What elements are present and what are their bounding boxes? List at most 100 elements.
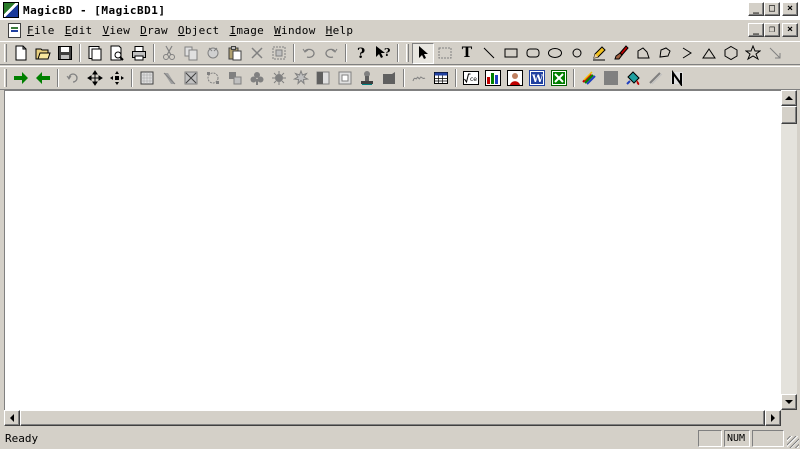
select-tool-button[interactable] — [412, 42, 434, 64]
horizontal-scroll-thumb[interactable] — [20, 410, 765, 426]
arrow-line-tool-button[interactable] — [764, 43, 786, 64]
minimize-button[interactable]: _ — [748, 2, 764, 16]
toolbar-grip[interactable] — [4, 44, 7, 62]
vertical-scrollbar[interactable] — [781, 90, 797, 410]
new-button[interactable] — [10, 43, 32, 64]
select-all-button[interactable] — [268, 43, 290, 64]
delete-button[interactable] — [246, 43, 268, 64]
save-button[interactable] — [54, 43, 76, 64]
effect-button[interactable] — [290, 68, 312, 89]
scissors-icon — [163, 45, 175, 60]
stamp-icon — [361, 71, 373, 85]
triangle-icon — [702, 48, 716, 59]
maximize-button[interactable]: □ — [764, 2, 780, 16]
menu-file[interactable]: File — [27, 24, 55, 37]
explode-button[interactable] — [268, 68, 290, 89]
redo-button[interactable] — [320, 43, 342, 64]
toolbar-separator — [573, 69, 575, 87]
rounded-rect-tool-button[interactable] — [522, 43, 544, 64]
mdi-minimize-button[interactable]: _ — [748, 23, 764, 37]
menu-edit[interactable]: Edit — [65, 24, 93, 37]
menu-object[interactable]: Object — [178, 24, 220, 37]
text-tool-button[interactable]: T — [456, 43, 478, 64]
scroll-left-button[interactable] — [4, 410, 20, 426]
rectangle-tool-button[interactable] — [500, 43, 522, 64]
color-lines-button[interactable] — [578, 68, 600, 89]
vertical-scroll-thumb[interactable] — [781, 106, 797, 124]
brush-tool-button[interactable] — [610, 43, 632, 64]
app-icon[interactable] — [3, 2, 19, 18]
equation-button[interactable]: ce — [460, 68, 482, 89]
align-left-button[interactable] — [312, 68, 334, 89]
print-preview-icon — [110, 45, 124, 61]
close-button[interactable]: × — [782, 2, 798, 16]
star-tool-button[interactable] — [742, 43, 764, 64]
stamp-button[interactable] — [356, 68, 378, 89]
signature-button[interactable] — [408, 68, 430, 89]
paste-button[interactable] — [224, 43, 246, 64]
transform-button[interactable] — [202, 68, 224, 89]
scroll-right-button[interactable] — [765, 410, 781, 426]
excel-object-button[interactable] — [548, 68, 570, 89]
help-button[interactable]: ? — [350, 43, 372, 64]
move-center-button[interactable] — [106, 68, 128, 89]
line-icon — [483, 47, 495, 59]
toolbar-grip[interactable] — [4, 69, 7, 87]
triangle-tool-button[interactable] — [698, 43, 720, 64]
open-button[interactable] — [32, 43, 54, 64]
undo-button[interactable] — [298, 43, 320, 64]
context-help-button[interactable]: ? — [372, 43, 394, 64]
copy-to-button[interactable] — [202, 43, 224, 64]
print-preview-button[interactable] — [106, 43, 128, 64]
skew-button[interactable] — [158, 68, 180, 89]
grid-pattern-icon — [140, 71, 154, 85]
ellipse-tool-button[interactable] — [544, 43, 566, 64]
line-style-button[interactable] — [644, 68, 666, 89]
cut-button[interactable] — [158, 43, 180, 64]
resize-button[interactable] — [180, 68, 202, 89]
no-fill-button[interactable] — [666, 68, 688, 89]
menu-help[interactable]: Help — [326, 24, 354, 37]
mdi-restore-button[interactable]: ❐ — [764, 23, 780, 37]
forward-button[interactable] — [10, 68, 32, 89]
menu-view[interactable]: View — [102, 24, 130, 37]
align-right-button[interactable] — [334, 68, 356, 89]
back-button[interactable] — [32, 68, 54, 89]
freeform-tool-button[interactable] — [654, 43, 676, 64]
word-object-button[interactable]: W — [526, 68, 548, 89]
clipboard-icon — [228, 46, 242, 61]
group-button[interactable] — [224, 68, 246, 89]
grid-button[interactable] — [136, 68, 158, 89]
resize-grip-icon[interactable] — [787, 436, 799, 448]
toolbar-grip[interactable] — [406, 44, 409, 62]
chart-button[interactable] — [482, 68, 504, 89]
fill-color-button[interactable] — [600, 68, 622, 89]
print-button[interactable] — [128, 43, 150, 64]
marquee-tool-button[interactable] — [434, 43, 456, 64]
horizontal-scrollbar[interactable] — [4, 410, 781, 426]
line-tool-button[interactable] — [478, 43, 500, 64]
menu-draw[interactable]: Draw — [140, 24, 168, 37]
polygon-tool-button[interactable] — [632, 43, 654, 64]
paint-bucket-button[interactable] — [622, 68, 644, 89]
menu-window[interactable]: Window — [274, 24, 316, 37]
document-icon[interactable] — [8, 23, 21, 38]
polyline-tool-button[interactable] — [676, 43, 698, 64]
fill-button[interactable] — [378, 68, 400, 89]
scroll-up-button[interactable] — [781, 90, 797, 106]
drawing-canvas[interactable] — [4, 90, 781, 410]
table-button[interactable] — [430, 68, 452, 89]
menu-image[interactable]: Image — [229, 24, 264, 37]
scroll-down-button[interactable] — [781, 394, 797, 410]
move-button[interactable] — [84, 68, 106, 89]
hexagon-tool-button[interactable] — [720, 43, 742, 64]
circle-tool-button[interactable] — [566, 43, 588, 64]
combine-button[interactable] — [246, 68, 268, 89]
pencil-tool-button[interactable] — [588, 43, 610, 64]
rotate-button[interactable] — [62, 68, 84, 89]
picture-button[interactable] — [504, 68, 526, 89]
toolbar-separator — [79, 44, 81, 62]
mdi-close-button[interactable]: × — [782, 23, 798, 37]
copy-button[interactable] — [180, 43, 202, 64]
print-setup-button[interactable] — [84, 43, 106, 64]
